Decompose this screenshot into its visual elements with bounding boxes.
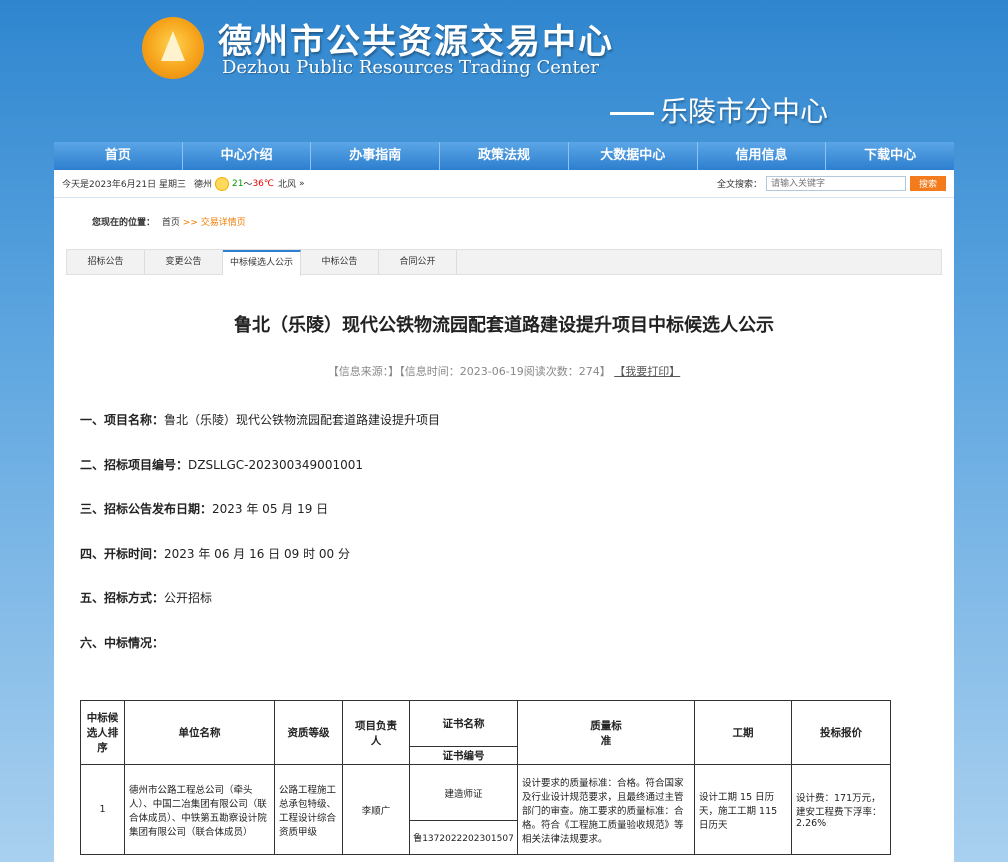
item-label: 一、项目名称： xyxy=(80,413,165,427)
item-label: 二、招标项目编号： xyxy=(80,457,189,472)
article-meta: 【信息来源：】【信息时间：2023-06-19阅读次数：274】 【我要打印】 xyxy=(54,363,954,379)
temp-low: 21 xyxy=(231,178,244,189)
th-company: 单位名称 xyxy=(124,700,275,765)
chevron-right-icon[interactable]: » xyxy=(299,179,305,189)
cell-cert-name: 建造师证 xyxy=(409,764,518,821)
search-area: 全文搜索： 搜索 xyxy=(717,176,946,191)
cell-quality: 设计要求的质量标准：合格。符合国家及行业设计规范要求，且最终通过主管部门的审查。… xyxy=(517,764,695,855)
breadcrumb-sep: >> xyxy=(182,218,198,228)
cell-company: 德州市公路工程总公司（牵头人）、中国二冶集团有限公司（联合体成员）、中铁第五勘察… xyxy=(124,764,275,855)
cell-qualification: 公路工程施工总承包特级、工程设计综合资质甲级 xyxy=(274,764,343,855)
item-label: 六、中标情况： xyxy=(80,635,165,650)
item-value: 鲁北（乐陵）现代公铁物流园配套道路建设提升项目 xyxy=(164,413,441,427)
item-value: DZSLLGC-202300349001001 xyxy=(188,457,363,472)
tab-bid-notice[interactable]: 招标公告 xyxy=(67,250,145,274)
nav-about[interactable]: 中心介绍 xyxy=(183,142,312,170)
article-title: 鲁北（乐陵）现代公铁物流园配套道路建设提升项目中标候选人公示 xyxy=(234,315,774,336)
item-label: 四、开标时间： xyxy=(80,546,165,561)
article-items: 一、项目名称：鲁北（乐陵）现代公铁物流园配套道路建设提升项目 二、招标项目编号：… xyxy=(80,410,440,677)
nav-credit[interactable]: 信用信息 xyxy=(698,142,827,170)
sub-center-label: 乐陵市分中心 xyxy=(660,95,829,128)
notice-tabs: 招标公告 变更公告 中标候选人公示 中标公告 合同公开 xyxy=(66,249,942,276)
temp-high: 36℃ xyxy=(252,178,274,189)
tab-candidate-notice[interactable]: 中标候选人公示 xyxy=(223,250,301,276)
th-rank: 中标候选人排序 xyxy=(80,700,125,765)
sun-icon xyxy=(214,176,229,191)
item-label: 五、招标方式： xyxy=(80,591,165,605)
th-price: 投标报价 xyxy=(791,700,891,765)
item-value: 2023 年 06 月 16 日 09 时 00 分 xyxy=(164,546,350,561)
th-manager: 项目负责人 xyxy=(342,700,410,765)
breadcrumb: 您现在的位置： 首页 >> 交易详情页 xyxy=(92,215,246,228)
cell-rank: 1 xyxy=(80,764,125,855)
th-qualification: 资质等级 xyxy=(274,700,343,765)
th-quality: 质量标准 xyxy=(517,700,695,765)
result-table: 中标候选人排序 单位名称 资质等级 项目负责人 证书名称 质量标准 工期 投标报… xyxy=(80,700,891,855)
item-open-time: 四、开标时间：2023 年 06 月 16 日 09 时 00 分 xyxy=(80,544,440,589)
search-input[interactable] xyxy=(766,176,906,191)
nav-policy[interactable]: 政策法规 xyxy=(440,142,569,170)
sub-center-title: 乐陵市分中心 xyxy=(610,90,828,130)
main-nav: 首页 中心介绍 办事指南 政策法规 大数据中心 信用信息 下载中心 xyxy=(54,142,954,170)
print-link[interactable]: 【我要打印】 xyxy=(614,365,680,378)
nav-home[interactable]: 首页 xyxy=(54,142,183,170)
item-bid-method: 五、招标方式：公开招标 xyxy=(80,588,440,633)
info-bar: 今天是2023年6月21日 星期三 德州 21～36℃ 北风 » 全文搜索： 搜… xyxy=(54,170,954,198)
search-label: 全文搜索： xyxy=(716,180,762,190)
nav-bigdata[interactable]: 大数据中心 xyxy=(569,142,698,170)
table-row: 1 德州市公路工程总公司（牵头人）、中国二冶集团有限公司（联合体成员）、中铁第五… xyxy=(80,764,891,855)
breadcrumb-label: 您现在的位置： xyxy=(92,218,156,228)
th-cert-name: 证书名称 xyxy=(409,700,518,747)
wind-text: 北风 xyxy=(278,180,297,190)
logo-icon xyxy=(142,17,204,79)
th-period: 工期 xyxy=(694,700,792,765)
date-text: 今天是2023年6月21日 星期三 xyxy=(62,180,186,190)
breadcrumb-current[interactable]: 交易详情页 xyxy=(201,218,246,228)
th-cert-no: 证书编号 xyxy=(409,746,518,765)
nav-guide[interactable]: 办事指南 xyxy=(311,142,441,170)
temp-sep: ～ xyxy=(243,180,253,190)
breadcrumb-home[interactable]: 首页 xyxy=(162,218,180,228)
city-text: 德州 xyxy=(193,180,212,190)
item-result: 六、中标情况： xyxy=(80,633,440,678)
search-button[interactable]: 搜索 xyxy=(910,176,946,191)
nav-download[interactable]: 下载中心 xyxy=(826,142,954,170)
meta-source: 【信息来源：】【信息时间：2023-06-19阅读次数：274】 xyxy=(327,365,611,378)
tab-change-notice[interactable]: 变更公告 xyxy=(145,250,223,274)
dash-icon xyxy=(610,111,654,115)
item-project-code: 二、招标项目编号：DZSLLGC-202300349001001 xyxy=(80,455,440,500)
tab-award-notice[interactable]: 中标公告 xyxy=(301,250,379,274)
cell-manager: 李顺广 xyxy=(342,764,410,855)
header-banner: 德州市公共资源交易中心 Dezhou Public Resources Trad… xyxy=(0,0,1008,142)
main-container: 首页 中心介绍 办事指南 政策法规 大数据中心 信用信息 下载中心 今天是202… xyxy=(54,142,954,862)
item-project-name: 一、项目名称：鲁北（乐陵）现代公铁物流园配套道路建设提升项目 xyxy=(80,410,440,455)
cell-price: 设计费：171万元，建安工程费下浮率：2.26% xyxy=(791,764,891,855)
site-title-en: Dezhou Public Resources Trading Center xyxy=(222,57,599,78)
site-title-cn: 德州市公共资源交易中心 xyxy=(218,22,614,62)
item-value: 公开招标 xyxy=(164,591,213,605)
item-label: 三、招标公告发布日期： xyxy=(80,502,213,516)
cell-period: 设计工期 15 日历天，施工工期 115 日历天 xyxy=(694,764,792,855)
item-value: 2023 年 05 月 19 日 xyxy=(212,502,329,516)
tab-contract[interactable]: 合同公开 xyxy=(379,250,457,274)
item-publish-date: 三、招标公告发布日期：2023 年 05 月 19 日 xyxy=(80,499,440,544)
cell-cert-no: 鲁1372022202301507 xyxy=(409,820,518,855)
